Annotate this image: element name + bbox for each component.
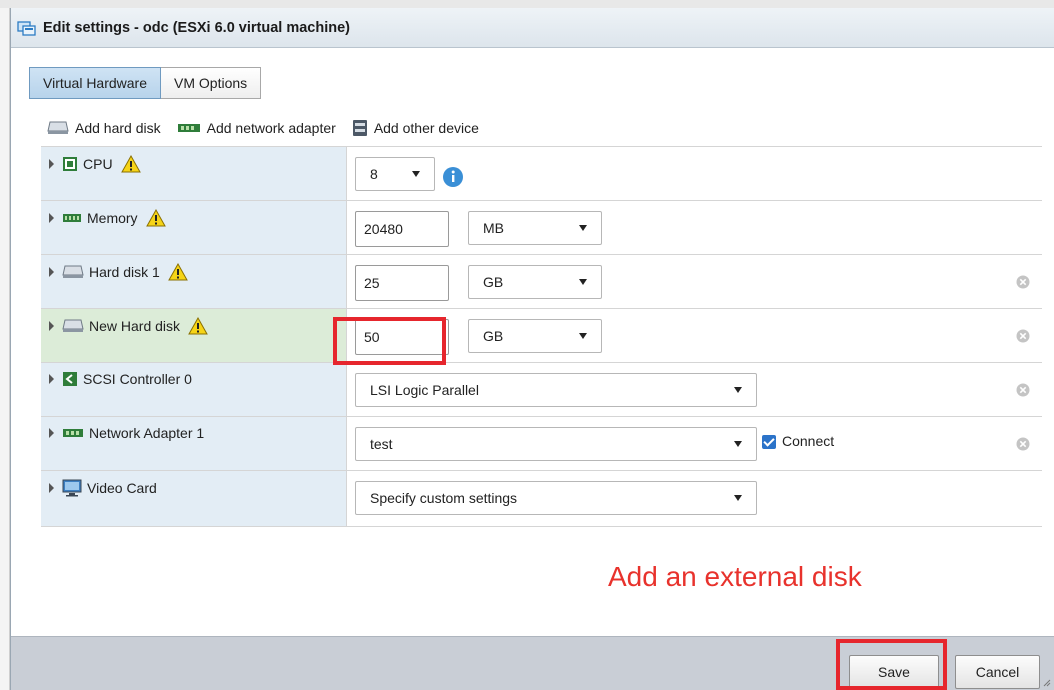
other-device-icon — [352, 120, 367, 136]
expand-caret-icon[interactable] — [49, 267, 54, 277]
device-row-video-card: Video Card Specify custom settings — [41, 471, 1042, 527]
dropdown-arrow-icon — [412, 171, 420, 177]
remove-device-icon[interactable] — [1016, 329, 1030, 343]
warning-icon — [145, 209, 166, 227]
info-icon[interactable] — [442, 166, 464, 188]
hard-disk-icon — [62, 319, 84, 332]
device-label-network-adapter[interactable]: Network Adapter 1 — [49, 425, 204, 441]
remove-device-icon[interactable] — [1016, 275, 1030, 289]
warning-icon — [120, 155, 141, 173]
background-window-edge — [0, 8, 10, 690]
dialog-tabs: Virtual Hardware VM Options — [29, 67, 262, 99]
add-hard-disk-button[interactable]: Add hard disk — [47, 120, 161, 136]
scsi-controller-icon — [63, 372, 77, 386]
expand-caret-icon[interactable] — [49, 159, 54, 169]
add-network-adapter-label: Add network adapter — [206, 120, 336, 136]
dialog-titlebar: Edit settings - odc (ESXi 6.0 virtual ma… — [11, 8, 1054, 48]
expand-caret-icon[interactable] — [49, 213, 54, 223]
tab-virtual-hardware[interactable]: Virtual Hardware — [29, 67, 162, 99]
device-row-network-adapter: Network Adapter 1 test Connect — [41, 417, 1042, 471]
device-label-hard-disk-1[interactable]: Hard disk 1 — [49, 263, 188, 281]
new-hard-disk-unit-select[interactable]: GB — [468, 319, 602, 353]
add-other-device-label: Add other device — [373, 120, 479, 136]
edit-settings-dialog: Edit settings - odc (ESXi 6.0 virtual ma… — [10, 8, 1054, 690]
device-row-new-hard-disk: New Hard disk GB — [41, 309, 1042, 363]
add-other-device-button[interactable]: Add other device — [352, 119, 479, 137]
dropdown-arrow-icon — [734, 495, 742, 501]
device-row-hard-disk-1: Hard disk 1 GB — [41, 255, 1042, 309]
device-toolbar: Add hard disk Add network adapter Add ot… — [47, 119, 495, 137]
connect-label: Connect — [782, 433, 835, 449]
hard-disk-1-size-input[interactable] — [355, 265, 449, 301]
hard-disk-1-unit-select[interactable]: GB — [468, 265, 602, 299]
memory-unit-select[interactable]: MB — [468, 211, 602, 245]
expand-caret-icon[interactable] — [49, 428, 54, 438]
hard-disk-icon — [47, 121, 69, 134]
resize-grip-icon[interactable] — [1041, 677, 1051, 687]
network-adapter-icon — [177, 124, 200, 132]
device-label-new-hard-disk[interactable]: New Hard disk — [49, 317, 208, 335]
memory-icon — [63, 214, 81, 222]
scsi-controller-type-select[interactable]: LSI Logic Parallel — [355, 373, 757, 407]
device-label-cpu[interactable]: CPU — [49, 155, 141, 173]
device-row-cpu: CPU 8 — [41, 147, 1042, 201]
memory-size-input[interactable] — [355, 211, 449, 247]
expand-caret-icon[interactable] — [49, 321, 54, 331]
network-select[interactable]: test — [355, 427, 757, 461]
expand-caret-icon[interactable] — [49, 374, 54, 384]
hard-disk-icon — [62, 265, 84, 278]
warning-icon — [188, 317, 208, 335]
dropdown-arrow-icon — [734, 387, 742, 393]
device-row-memory: Memory MB — [41, 201, 1042, 255]
remove-device-icon[interactable] — [1016, 437, 1030, 451]
background-window-strip — [0, 0, 1054, 8]
dropdown-arrow-icon — [579, 333, 587, 339]
hardware-grid: CPU 8 Memory 20480 MB Hard disk 1 25 GB … — [41, 146, 1042, 527]
annotation-text: Add an external disk — [608, 561, 862, 592]
network-adapter-icon — [63, 429, 83, 437]
dialog-title: Edit settings - odc (ESXi 6.0 virtual ma… — [43, 19, 350, 36]
dropdown-arrow-icon — [579, 279, 587, 285]
highlight-box-new-disk-size — [333, 317, 446, 365]
add-network-adapter-button[interactable]: Add network adapter — [177, 120, 336, 136]
cpu-icon — [63, 157, 77, 171]
vm-settings-icon — [17, 20, 36, 36]
remove-device-icon[interactable] — [1016, 383, 1030, 397]
tab-vm-options[interactable]: VM Options — [161, 67, 262, 99]
dropdown-arrow-icon — [734, 441, 742, 447]
dropdown-arrow-icon — [579, 225, 587, 231]
device-label-memory[interactable]: Memory — [49, 209, 166, 227]
connect-checkbox[interactable] — [762, 435, 776, 449]
device-label-video-card[interactable]: Video Card — [49, 479, 157, 497]
device-row-scsi-controller: SCSI Controller 0 LSI Logic Parallel — [41, 363, 1042, 417]
warning-icon — [167, 263, 188, 281]
cpu-count-select[interactable]: 8 — [355, 157, 435, 191]
video-card-icon — [62, 479, 82, 497]
cancel-button[interactable]: Cancel — [955, 655, 1040, 689]
expand-caret-icon[interactable] — [49, 483, 54, 493]
highlight-box-save-button — [836, 639, 947, 690]
video-card-settings-select[interactable]: Specify custom settings — [355, 481, 757, 515]
device-label-scsi-controller[interactable]: SCSI Controller 0 — [49, 371, 192, 387]
add-hard-disk-label: Add hard disk — [75, 120, 161, 136]
